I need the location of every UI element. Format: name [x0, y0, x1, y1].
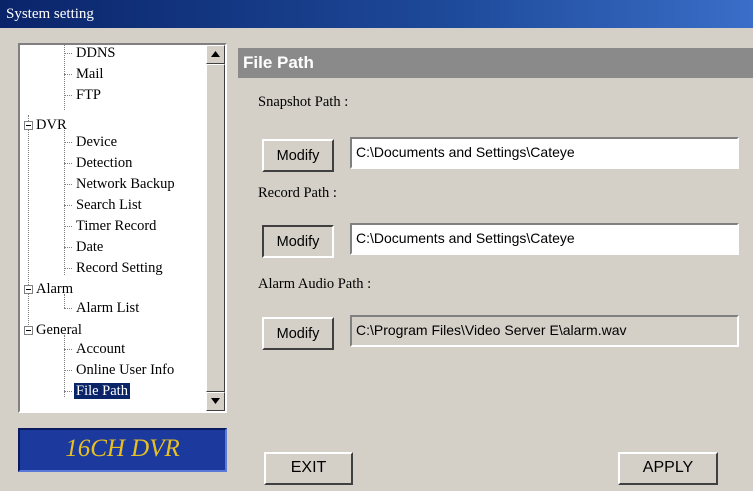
tree-connector — [64, 391, 72, 392]
tree-connector — [64, 45, 65, 110]
alarm-audio-path-label: Alarm Audio Path : — [258, 276, 372, 292]
tree-item-alarm-list[interactable]: Alarm List — [76, 300, 139, 316]
tree-item-alarm[interactable]: Alarm — [36, 281, 73, 297]
panel-title: File Path — [238, 48, 753, 78]
snapshot-modify-button[interactable]: Modify — [262, 139, 334, 172]
tree-item-file-path[interactable]: File Path — [74, 383, 130, 399]
tree-connector — [64, 53, 72, 54]
alarm-audio-modify-button[interactable]: Modify — [262, 317, 334, 350]
scroll-up-button[interactable] — [206, 45, 225, 64]
tree-item-general[interactable]: General — [36, 322, 82, 338]
tree-content: DDNS Mail FTP DVR Device Detection Netwo… — [20, 45, 206, 411]
tree-item-record-setting[interactable]: Record Setting — [76, 260, 163, 276]
tree-item-network-backup[interactable]: Network Backup — [76, 176, 175, 192]
apply-button[interactable]: APPLY — [618, 452, 718, 485]
tree-connector — [64, 370, 72, 371]
tree-connector — [64, 95, 72, 96]
tree-item-mail[interactable]: Mail — [76, 66, 103, 82]
tree-connector — [64, 130, 65, 275]
record-modify-button[interactable]: Modify — [262, 225, 334, 258]
tree-item-ddns[interactable]: DDNS — [76, 45, 115, 61]
tree-scrollbar[interactable] — [206, 45, 225, 411]
record-path-field[interactable]: C:\Documents and Settings\Cateye — [350, 223, 739, 255]
tree-connector — [64, 268, 72, 269]
scroll-thumb[interactable] — [206, 64, 225, 392]
tree-item-dvr[interactable]: DVR — [36, 117, 67, 133]
tree-item-ftp[interactable]: FTP — [76, 87, 101, 103]
collapse-alarm-icon[interactable] — [24, 285, 33, 294]
arrow-up-icon — [211, 51, 220, 57]
record-path-label: Record Path : — [258, 185, 337, 201]
tree-connector — [64, 163, 72, 164]
tree-connector — [64, 142, 72, 143]
system-setting-window: System setting DDNS Mail FTP DVR Device … — [0, 0, 753, 491]
tree-connector — [64, 74, 72, 75]
arrow-down-icon — [211, 398, 220, 404]
window-title: System setting — [0, 0, 753, 28]
collapse-general-icon[interactable] — [24, 326, 33, 335]
exit-button[interactable]: EXIT — [264, 452, 353, 485]
collapse-dvr-icon[interactable] — [24, 121, 33, 130]
tree-item-timer-record[interactable]: Timer Record — [76, 218, 156, 234]
tree-item-device[interactable]: Device — [76, 134, 117, 150]
scroll-down-button[interactable] — [206, 392, 225, 411]
tree-connector — [64, 349, 72, 350]
tree-connector — [64, 184, 72, 185]
tree-connector — [64, 308, 72, 309]
snapshot-path-label: Snapshot Path : — [258, 94, 349, 110]
alarm-audio-path-field: C:\Program Files\Video Server E\alarm.wa… — [350, 315, 739, 347]
settings-tree[interactable]: DDNS Mail FTP DVR Device Detection Netwo… — [18, 43, 227, 413]
tree-item-date[interactable]: Date — [76, 239, 103, 255]
tree-item-search-list[interactable]: Search List — [76, 197, 142, 213]
tree-connector — [64, 335, 65, 397]
product-logo: 16CH DVR — [18, 428, 227, 472]
tree-item-detection[interactable]: Detection — [76, 155, 132, 171]
tree-item-online-user-info[interactable]: Online User Info — [76, 362, 174, 378]
tree-connector — [64, 226, 72, 227]
tree-connector — [64, 247, 72, 248]
tree-item-account[interactable]: Account — [76, 341, 125, 357]
snapshot-path-field[interactable]: C:\Documents and Settings\Cateye — [350, 137, 739, 169]
tree-connector — [64, 205, 72, 206]
